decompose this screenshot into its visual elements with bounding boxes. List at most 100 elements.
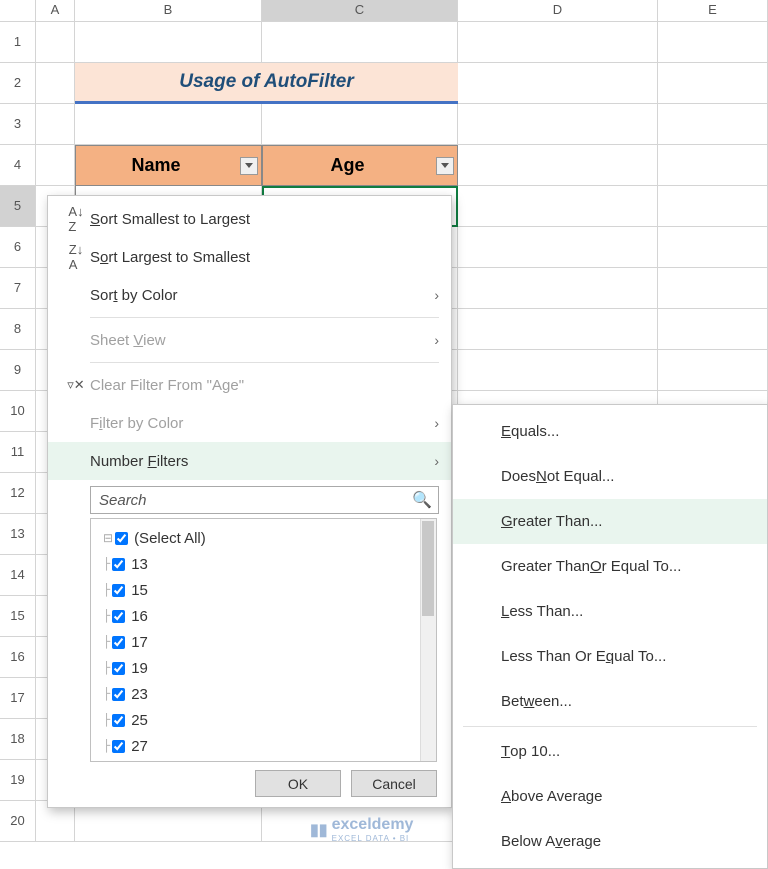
- sheet-title: Usage of AutoFilter: [75, 63, 458, 104]
- checkbox[interactable]: [112, 714, 125, 727]
- row-header-7[interactable]: 7: [0, 268, 35, 309]
- check-label: 25: [131, 712, 148, 729]
- search-icon: 🔍: [412, 490, 432, 510]
- check-item[interactable]: ├27: [103, 733, 436, 759]
- checkbox[interactable]: [112, 610, 125, 623]
- row-header-2[interactable]: 2: [0, 63, 35, 104]
- check-select-all[interactable]: ⊟(Select All): [103, 525, 436, 551]
- header-age-label: Age: [330, 155, 364, 176]
- sort-asc-label: Sort Smallest to Largest: [90, 211, 250, 228]
- check-label: 27: [131, 738, 148, 755]
- row-header-20[interactable]: 20: [0, 801, 35, 842]
- cancel-button[interactable]: Cancel: [351, 770, 437, 797]
- column-header-name[interactable]: Name: [75, 145, 262, 186]
- menu-less-than[interactable]: Less Than...: [453, 589, 767, 634]
- check-label: 23: [131, 686, 148, 703]
- checkbox[interactable]: [112, 636, 125, 649]
- row-header-17[interactable]: 17: [0, 678, 35, 719]
- scrollbar[interactable]: [420, 519, 436, 761]
- menu-greater-equal[interactable]: Greater Than Or Equal To...: [453, 544, 767, 589]
- sort-color-label: Sort by Color: [90, 287, 178, 304]
- check-item[interactable]: ├17: [103, 629, 436, 655]
- watermark-brand: exceldemy: [332, 816, 414, 833]
- chevron-right-icon: ›: [434, 287, 439, 303]
- menu-sort-desc[interactable]: Z↓A Sort Largest to Smallest: [48, 238, 451, 276]
- menu-greater-than[interactable]: Greater Than...: [453, 499, 767, 544]
- watermark-icon: ▮▮: [310, 820, 328, 840]
- row-header-9[interactable]: 9: [0, 350, 35, 391]
- col-header-D[interactable]: D: [458, 0, 658, 21]
- filter-color-label: Filter by Color: [90, 415, 183, 432]
- check-label: 19: [131, 660, 148, 677]
- row-number-gutter: 1 2 3 4 5 6 7 8 9 10 11 12 13 14 15 16 1…: [0, 22, 36, 842]
- row-header-4[interactable]: 4: [0, 145, 35, 186]
- row-header-1[interactable]: 1: [0, 22, 35, 63]
- menu-number-filters[interactable]: Number Filters ›: [48, 442, 451, 480]
- menu-sort-by-color[interactable]: Sort by Color ›: [48, 276, 451, 314]
- col-header-C[interactable]: C: [262, 0, 458, 21]
- watermark-tag: EXCEL DATA • BI: [332, 834, 414, 843]
- menu-between[interactable]: Between...: [453, 679, 767, 724]
- checkbox[interactable]: [112, 688, 125, 701]
- row-header-14[interactable]: 14: [0, 555, 35, 596]
- select-all-cell[interactable]: [0, 0, 36, 21]
- check-label: 13: [131, 556, 148, 573]
- number-filters-label: Number Filters: [90, 453, 188, 470]
- menu-filter-by-color: Filter by Color ›: [48, 404, 451, 442]
- filter-dropdown-age[interactable]: [436, 157, 454, 175]
- header-name-label: Name: [131, 155, 180, 176]
- check-item[interactable]: ├13: [103, 551, 436, 577]
- checkbox[interactable]: [112, 662, 125, 675]
- menu-top-10[interactable]: Top 10...: [453, 729, 767, 774]
- row-header-10[interactable]: 10: [0, 391, 35, 432]
- sort-asc-icon: A↓Z: [62, 204, 90, 234]
- menu-equals[interactable]: Equals...: [453, 409, 767, 454]
- funnel-clear-icon: ▿✕: [62, 377, 90, 393]
- row-header-8[interactable]: 8: [0, 309, 35, 350]
- checkbox[interactable]: [112, 558, 125, 571]
- scrollbar-thumb[interactable]: [422, 521, 434, 616]
- clear-filter-label: Clear Filter From "Age": [90, 377, 244, 394]
- checkbox[interactable]: [112, 584, 125, 597]
- check-item[interactable]: ├25: [103, 707, 436, 733]
- row-header-3[interactable]: 3: [0, 104, 35, 145]
- row-header-11[interactable]: 11: [0, 432, 35, 473]
- ok-button[interactable]: OK: [255, 770, 341, 797]
- menu-not-equal[interactable]: Does Not Equal...: [453, 454, 767, 499]
- col-header-A[interactable]: A: [36, 0, 75, 21]
- menu-below-average[interactable]: Below Average: [453, 819, 767, 864]
- menu-above-average[interactable]: Above Average: [453, 774, 767, 819]
- menu-sort-asc[interactable]: A↓Z Sort Smallest to Largest: [48, 200, 451, 238]
- filter-menu: A↓Z Sort Smallest to Largest Z↓A Sort La…: [47, 195, 452, 808]
- row-header-13[interactable]: 13: [0, 514, 35, 555]
- number-filters-submenu: Equals... Does Not Equal... Greater Than…: [452, 404, 768, 869]
- row-header-12[interactable]: 12: [0, 473, 35, 514]
- menu-less-equal[interactable]: Less Than Or Equal To...: [453, 634, 767, 679]
- col-header-B[interactable]: B: [75, 0, 262, 21]
- filter-dropdown-name[interactable]: [240, 157, 258, 175]
- filter-values-list[interactable]: ⊟(Select All) ├13 ├15 ├16 ├17 ├19 ├23 ├2…: [90, 518, 437, 762]
- checkbox-select-all[interactable]: [115, 532, 128, 545]
- checkbox[interactable]: [112, 740, 125, 753]
- row-header-16[interactable]: 16: [0, 637, 35, 678]
- row-header-6[interactable]: 6: [0, 227, 35, 268]
- chevron-right-icon: ›: [434, 332, 439, 348]
- row-header-5[interactable]: 5: [0, 186, 35, 227]
- sort-desc-label: Sort Largest to Smallest: [90, 249, 250, 266]
- row-header-19[interactable]: 19: [0, 760, 35, 801]
- row-header-18[interactable]: 18: [0, 719, 35, 760]
- row-header-15[interactable]: 15: [0, 596, 35, 637]
- search-placeholder: Search: [99, 492, 147, 509]
- check-label: 16: [131, 608, 148, 625]
- filter-search-input[interactable]: Search 🔍: [90, 486, 439, 514]
- check-item[interactable]: ├16: [103, 603, 436, 629]
- check-item[interactable]: ├23: [103, 681, 436, 707]
- column-header-row: A B C D E: [0, 0, 768, 22]
- chevron-right-icon: ›: [434, 453, 439, 469]
- check-label: 15: [131, 582, 148, 599]
- check-item[interactable]: ├15: [103, 577, 436, 603]
- column-header-age[interactable]: Age: [262, 145, 458, 186]
- check-item[interactable]: ├19: [103, 655, 436, 681]
- col-header-E[interactable]: E: [658, 0, 768, 21]
- check-label: 17: [131, 634, 148, 651]
